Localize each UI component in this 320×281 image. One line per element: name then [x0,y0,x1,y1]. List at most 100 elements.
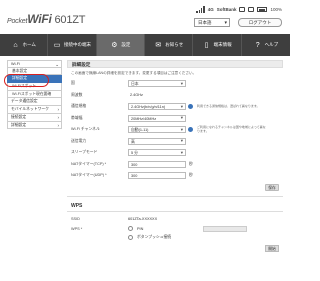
nat-udp-input[interactable]: 300 [128,172,186,180]
field-label: スリープモード [71,150,98,155]
sidebar-item-mobile-network[interactable]: モバイルネットワーク › [7,106,62,114]
battery-percent: 100% [270,7,282,12]
nav-label: 接続中の端末 [64,42,92,47]
nav-label: 端末情報 [213,42,232,47]
intro-text: この画面で無線LANの詳細を設定できます。変更する項目はご注意ください。 [71,71,197,75]
network-type: 4G [207,7,214,12]
sidebar-item-connection-settings[interactable]: 接続設定 › [7,113,62,122]
start-area: 開始 [67,242,283,254]
chevron-right-icon: › [57,122,60,128]
info-icon [188,104,193,110]
country-select[interactable]: 日本 [128,80,186,88]
page-title: 詳細設定 [67,60,283,68]
radio-icon[interactable] [128,235,133,240]
nav-device-info[interactable]: ▯ 端末情報 [193,34,242,56]
nav-notifications[interactable]: ✉ お知らせ [145,34,194,56]
nat-tcp-input[interactable]: 300 [128,160,186,168]
main-panel: 詳細設定 この画面で無線LANの詳細を設定できます。変更する項目はご注意ください… [67,60,283,254]
channel-select[interactable]: 自動(1-11) [128,126,186,134]
nav-help[interactable]: ? ヘルプ [242,34,290,56]
gear-icon: ⚙ [111,42,118,49]
field-label: NATタイマー(TCP) * [71,161,107,166]
bandwidth-select[interactable]: 20MHz/40MHz [128,114,186,122]
field-hint: ご利用になれるチャンネルは国や地域によって異なります。 [197,125,266,133]
radio-icon[interactable] [128,226,133,231]
field-label: NATタイマー(UDP) * [71,173,107,178]
save-area: 保存 [67,182,283,193]
sidebar-item-wifi[interactable]: Wi-Fi ⌄ [7,60,62,68]
highlight-ring [4,73,49,87]
frequency-value: 2.4GHz [130,93,143,98]
field-label: 送信電力 [71,138,87,143]
devices-icon: ▭ [53,42,61,49]
field-row-nat-tcp: NATタイマー(TCP) * 300 秒 [67,159,283,171]
header: PocketWiFi 601ZT 4G SoftBank 100% 日本語 ログ… [0,0,290,34]
field-row-power: 送信電力 高 [67,136,283,148]
nav-devices[interactable]: ▭ 接続中の端末 [48,34,97,56]
sidebar-item-label: Wi-Fi [11,62,20,66]
pin-input[interactable] [203,225,248,232]
home-icon: ⌂ [13,41,18,49]
status-bar: 4G SoftBank 100% [196,4,282,15]
field-row-standard: 通信規格 2.4GHz(b/n/g/n/11n) 利用できる通信規格は、選ばれて… [67,101,283,113]
wps-pin-option[interactable]: PIN [128,226,143,231]
nav-label: ヘルプ [264,42,279,47]
carrier-name: SoftBank [216,7,237,12]
field-label: 国 [71,81,75,86]
start-button[interactable]: 開始 [265,245,279,252]
info-icon [188,127,193,133]
save-button[interactable]: 保存 [265,183,279,191]
sidebar-item-data-settings[interactable]: データ通信設定 [7,98,62,107]
sidebar-item-wifi-spot-status[interactable]: Wi-Fiスポット現在要確 [7,90,62,99]
field-label: WPS * [71,226,83,231]
nav-home[interactable]: ⌂ ホーム [0,34,49,56]
sidebar-item-label: Wi-Fiスポット現在要確 [12,91,52,96]
sidebar-item-label: 接続設定 [11,114,27,119]
field-label: Wi-Fi チャンネル [71,127,100,132]
wifi-icon [248,7,255,12]
field-hint: 利用できる通信規格は、選ばれて異なります。 [197,103,260,108]
standard-select[interactable]: 2.4GHz(b/n/g/n/11n) [128,103,186,111]
device-info-icon: ▯ [204,42,209,49]
wps-push-row: ボタンプッシュ接続 [67,233,283,242]
field-label: 帯域幅 [71,115,83,120]
nav-settings[interactable]: ⚙ 設定 [96,34,146,56]
field-row-nat-udp: NATタイマー(UDP) * 300 秒 [67,170,283,182]
language-select[interactable]: 日本語 [194,18,230,27]
wps-section-title: WPS [67,200,283,212]
wps-push-option[interactable]: ボタンプッシュ接続 [128,235,171,240]
field-label: SSID [71,217,80,221]
help-icon: ? [255,41,260,49]
nav-label: 設定 [121,42,131,47]
field-row-channel: Wi-Fi チャンネル 自動(1-11) ご利用になれるチャンネルは国や地域によ… [67,124,283,136]
unit-label: 秒 [189,173,193,178]
divider [67,195,283,196]
logo-wifi: WiFi [27,12,52,26]
sleep-select[interactable]: 5 分 [128,149,186,157]
field-label: 周波数 [71,92,83,97]
sidebar-item-detail-settings[interactable]: 詳細設定 › [7,121,62,130]
push-label: ボタンプッシュ接続 [137,235,172,239]
pin-label: PIN [137,226,144,231]
battery-icon [257,7,268,12]
nav-label: ホーム [22,42,36,47]
logout-button[interactable]: ログアウト [238,18,282,27]
sidebar-item-label: モバイルネットワーク [11,107,49,112]
signal-icon [196,6,205,13]
main-nav: ⌂ ホーム ▭ 接続中の端末 ⚙ 設定 ✉ お知らせ ▯ 端末情報 ? ヘルプ [0,34,290,56]
unit-label: 秒 [189,161,193,166]
screen: PocketWiFi 601ZT 4G SoftBank 100% 日本語 ログ… [0,0,290,281]
nav-label: お知らせ [165,42,184,47]
field-row-sleep: スリープモード 5 分 [67,147,283,159]
sidebar-item-label: 基本設定 [12,68,28,73]
field-row-country: 国 日本 [67,78,283,90]
wps-pin-row: WPS * PIN [67,224,283,233]
message-icon [239,7,246,12]
sidebar-item-label: 詳細設定 [11,122,27,127]
field-label: 通信規格 [71,104,87,109]
chevron-right-icon: › [57,114,60,120]
field-row-frequency: 周波数 2.4GHz [67,90,283,102]
wps-ssid-row: SSID 601ZTa-XXXXXX [67,214,283,224]
envelope-icon: ✉ [155,42,162,49]
power-select[interactable]: 高 [128,137,186,145]
